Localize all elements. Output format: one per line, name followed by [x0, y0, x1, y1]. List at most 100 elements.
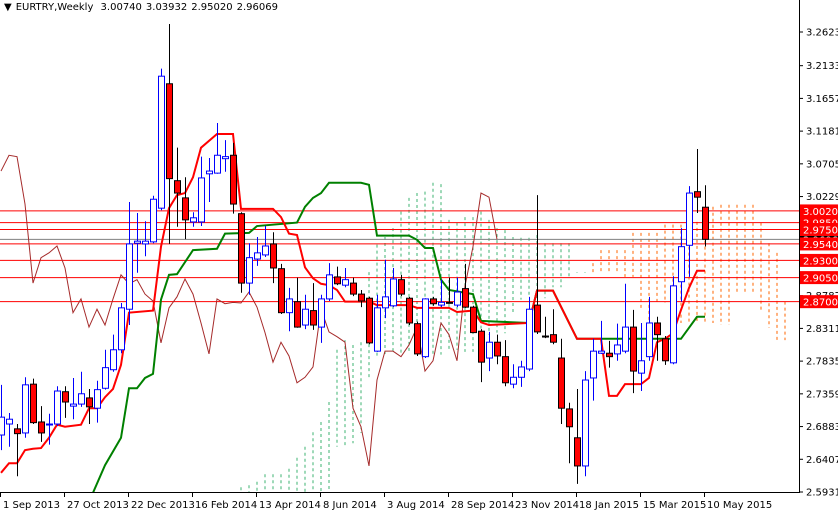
bearish-candle	[494, 334, 501, 365]
candle-body	[286, 298, 293, 314]
bullish-candle	[526, 296, 533, 372]
bearish-candle	[550, 309, 557, 345]
candle-body	[134, 240, 141, 244]
bullish-candle	[318, 294, 325, 343]
time-tick-label: 8 Jun 2014	[323, 500, 377, 511]
bullish-candle	[302, 294, 309, 330]
bullish-candle	[102, 349, 109, 390]
price-tick-label: 3.26230	[806, 28, 838, 39]
candle-body	[326, 274, 333, 300]
bullish-candle	[150, 195, 157, 244]
candle-body	[670, 285, 677, 364]
candle-body	[22, 384, 29, 434]
bearish-candle	[662, 336, 669, 365]
candle-body	[526, 308, 533, 370]
bearish-candle	[694, 149, 701, 213]
bearish-candle	[174, 147, 181, 227]
bullish-candle	[422, 298, 429, 359]
candle-body	[550, 334, 557, 343]
candle-body	[262, 245, 269, 256]
candle-body	[590, 350, 597, 379]
candle-body	[350, 282, 357, 295]
candle-body	[214, 154, 221, 174]
candle-body	[702, 206, 709, 240]
price-tick-label: 2.83110	[806, 324, 838, 335]
candle-body	[438, 301, 445, 306]
bearish-candle	[30, 378, 37, 425]
candle-body	[318, 298, 325, 328]
price-tick-label: 2.68830	[806, 422, 838, 433]
candle-body	[646, 322, 653, 358]
candle-body	[38, 421, 45, 434]
candle-body	[118, 307, 125, 351]
bullish-candle	[390, 267, 397, 308]
candle-body	[662, 338, 669, 362]
candle-body	[614, 344, 621, 355]
bearish-candle	[270, 232, 277, 284]
candle-body	[334, 276, 341, 285]
bearish-candle	[238, 212, 245, 293]
bullish-candle	[638, 322, 645, 392]
time-tick-label: 3 Aug 2014	[387, 500, 445, 511]
candle-body	[238, 213, 245, 284]
bearish-candle	[606, 340, 613, 368]
bullish-candle	[598, 320, 605, 354]
candle-body	[454, 291, 461, 306]
bullish-candle	[54, 386, 61, 427]
bearish-candle	[366, 296, 373, 345]
bullish-candle	[214, 122, 221, 174]
candle-body	[254, 252, 261, 260]
bullish-candle	[622, 283, 629, 354]
price-tick-label: 3.07050	[806, 159, 838, 170]
candle-body	[518, 366, 525, 378]
candle-body	[126, 243, 133, 310]
bearish-candle	[534, 195, 541, 334]
candle-body	[70, 403, 77, 407]
level-label: 2.95400	[803, 240, 838, 251]
bullish-candle	[382, 259, 389, 319]
candle-body	[446, 301, 453, 304]
candle-body	[222, 156, 229, 160]
candle-body	[654, 322, 661, 336]
candle-body	[686, 192, 693, 246]
bullish-candle	[326, 263, 333, 301]
time-tick-label: 23 Nov 2014	[515, 500, 579, 511]
candle-body	[382, 296, 389, 309]
candle-body	[558, 357, 565, 409]
candle-body	[86, 397, 93, 408]
candle-body	[422, 298, 429, 358]
bullish-candle	[22, 377, 29, 438]
bullish-candle	[78, 371, 85, 407]
candle-body	[206, 170, 213, 175]
price-tick-label: 2.59310	[806, 488, 838, 499]
bearish-candle	[478, 329, 485, 383]
bearish-candle	[406, 296, 413, 326]
candle-body	[494, 341, 501, 357]
bearish-candle	[278, 263, 285, 315]
candle-body	[342, 279, 349, 286]
bullish-candle	[510, 364, 517, 389]
time-tick-label: 22 Dec 2013	[131, 500, 195, 511]
bullish-candle	[222, 140, 229, 172]
candle-body	[470, 306, 477, 334]
bullish-candle	[254, 237, 261, 266]
price-tick-label: 2.64070	[806, 455, 838, 466]
candle-body	[414, 323, 421, 355]
candle-body	[230, 154, 237, 205]
candle-body	[294, 301, 301, 328]
time-tick-label: 18 Jan 2015	[579, 500, 639, 511]
price-chart[interactable]: 3.26230 3.21330 3.16570 3.11810 3.07050 3.022…	[0, 0, 838, 513]
bullish-candle	[0, 384, 5, 451]
tenkan-sen-line	[0, 132, 705, 474]
bullish-candle	[158, 68, 165, 211]
bullish-candle	[206, 157, 213, 202]
bullish-candle	[94, 380, 101, 423]
level-label: 2.93000	[803, 256, 838, 267]
bearish-candle	[358, 289, 365, 308]
candle-body	[54, 390, 61, 425]
candle-body	[542, 335, 549, 338]
candle-body	[46, 423, 53, 426]
bearish-candle	[294, 277, 301, 328]
candle-body	[310, 310, 317, 326]
time-tick-label: 13 Apr 2014	[259, 500, 321, 511]
